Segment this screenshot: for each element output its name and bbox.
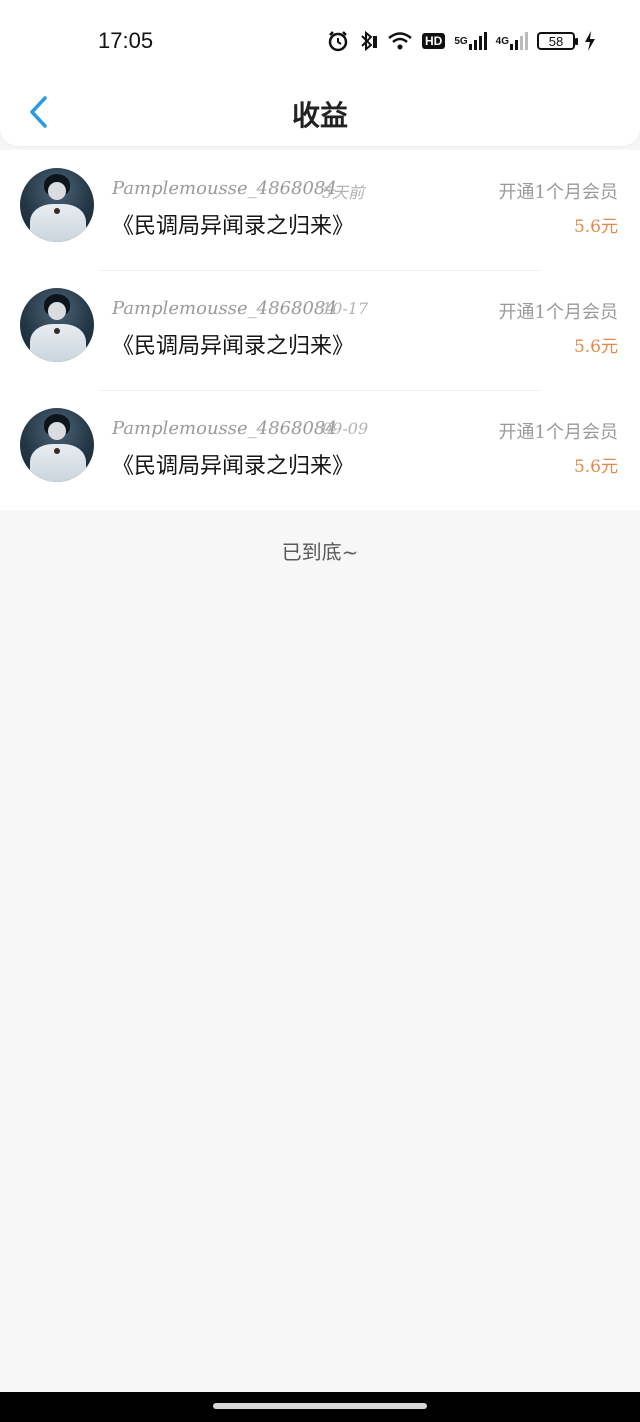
signal-4g-icon: 4G: [496, 32, 528, 50]
book-title: 《民调局异闻录之归来》: [112, 454, 355, 479]
earning-description: 开通1个月会员: [498, 182, 618, 203]
book-title: 《民调局异闻录之归来》: [112, 334, 355, 359]
status-time: 17:05: [98, 28, 154, 53]
home-indicator[interactable]: [213, 1403, 427, 1409]
page-title: 收益: [291, 99, 348, 132]
avatar[interactable]: [20, 408, 94, 482]
book-title: 《民调局异闻录之归来》: [112, 214, 355, 239]
earning-amount: 5.6元: [573, 457, 618, 477]
end-of-list-text: 已到底~: [281, 540, 359, 564]
list-item[interactable]: Pamplemousse_4868084 5天前 《民调局异闻录之归来》 开通1…: [0, 150, 640, 270]
timestamp: 09-09: [322, 419, 369, 438]
status-bar: 17:05 HD 5G 4G 58: [0, 0, 640, 80]
avatar-jewel: [54, 448, 60, 454]
avatar[interactable]: [20, 168, 94, 242]
avatar-face: [48, 182, 66, 200]
screen: 17:05 HD 5G 4G 58 收益 Pamplemousse_486808…: [0, 0, 640, 1422]
bluetooth-icon: [358, 30, 378, 52]
earning-description: 开通1个月会员: [498, 422, 618, 443]
avatar-face: [48, 302, 66, 320]
earnings-list: Pamplemousse_4868084 5天前 《民调局异闻录之归来》 开通1…: [0, 150, 640, 510]
wifi-icon: [387, 31, 413, 51]
signal-5g-label: 5G: [454, 35, 468, 47]
nav-bar: 收益: [0, 80, 640, 146]
username: Pamplemousse_4868084: [112, 298, 337, 319]
timestamp: 5天前: [322, 183, 365, 202]
list-item[interactable]: Pamplemousse_4868084 09-09 《民调局异闻录之归来》 开…: [0, 390, 640, 510]
signal-4g-label: 4G: [495, 35, 509, 47]
hd-icon: HD: [421, 33, 446, 49]
username: Pamplemousse_4868084: [112, 418, 337, 439]
status-icons: HD 5G 4G 58: [327, 28, 596, 54]
signal-5g-icon: 5G: [454, 32, 487, 50]
avatar-jewel: [54, 208, 60, 214]
earning-description: 开通1个月会员: [498, 302, 618, 323]
list-item[interactable]: Pamplemousse_4868084 10-17 《民调局异闻录之归来》 开…: [0, 270, 640, 390]
timestamp: 10-17: [322, 299, 369, 318]
avatar-face: [48, 422, 66, 440]
battery-level: 58: [548, 33, 564, 49]
alarm-icon: [327, 30, 349, 52]
earning-amount: 5.6元: [573, 337, 618, 357]
avatar[interactable]: [20, 288, 94, 362]
charging-icon: [584, 31, 596, 51]
earning-amount: 5.6元: [573, 217, 618, 237]
username: Pamplemousse_4868084: [112, 178, 337, 199]
gesture-bar: [0, 1392, 640, 1422]
battery-icon: 58: [537, 32, 578, 50]
avatar-jewel: [54, 328, 60, 334]
